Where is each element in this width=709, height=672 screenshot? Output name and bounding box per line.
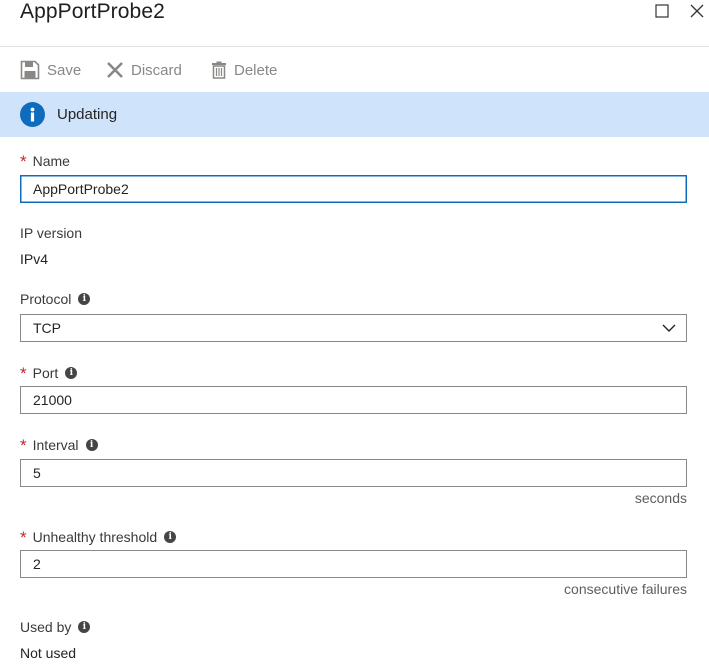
required-marker: * — [20, 364, 27, 383]
banner-text: Updating — [57, 106, 118, 123]
ip-version-label: IP version — [20, 225, 82, 241]
ip-version-value: IPv4 — [20, 251, 49, 267]
delete-icon — [212, 61, 226, 79]
info-icon[interactable]: i — [85, 439, 98, 451]
port-label: * Port i — [20, 363, 78, 383]
save-icon — [20, 60, 40, 80]
close-icon — [690, 4, 704, 18]
header-divider — [0, 46, 709, 47]
save-button[interactable]: Save — [20, 56, 81, 84]
name-field[interactable]: AppPortProbe2 — [20, 175, 687, 203]
interval-field[interactable]: 5 — [20, 459, 687, 487]
used-by-label: Used by i — [20, 619, 91, 635]
unhealthy-threshold-unit: consecutive failures — [564, 581, 687, 597]
protocol-dropdown[interactable]: TCP — [20, 314, 687, 342]
chevron-down-icon — [662, 324, 676, 332]
interval-label: * Interval i — [20, 435, 98, 455]
close-button[interactable] — [687, 0, 707, 22]
info-circle-icon — [20, 102, 45, 127]
unhealthy-threshold-field[interactable]: 2 — [20, 550, 687, 578]
save-label: Save — [47, 61, 82, 79]
discard-label: Discard — [131, 61, 182, 79]
maximize-button[interactable] — [652, 0, 672, 22]
info-icon[interactable]: i — [164, 531, 177, 543]
name-label: * Name — [20, 152, 70, 171]
required-marker: * — [20, 152, 27, 171]
delete-label: Delete — [234, 61, 278, 79]
discard-button[interactable]: Discard — [106, 56, 182, 84]
used-by-value: Not used — [20, 645, 77, 661]
interval-unit: seconds — [634, 490, 687, 506]
unhealthy-threshold-label: * Unhealthy threshold i — [20, 527, 177, 547]
info-icon[interactable]: i — [78, 293, 91, 305]
required-marker: * — [20, 436, 27, 455]
maximize-icon — [655, 4, 669, 18]
port-field[interactable]: 21000 — [20, 386, 687, 414]
discard-icon — [107, 62, 123, 78]
command-bar: Save Discard Delete — [0, 56, 709, 84]
protocol-label: Protocol i — [20, 291, 91, 307]
delete-button[interactable]: Delete — [211, 56, 277, 84]
info-icon[interactable]: i — [78, 621, 91, 633]
status-banner: Updating — [0, 92, 709, 137]
required-marker: * — [20, 528, 27, 547]
page-title: AppPortProbe2 — [20, 0, 165, 23]
info-icon[interactable]: i — [65, 367, 78, 379]
